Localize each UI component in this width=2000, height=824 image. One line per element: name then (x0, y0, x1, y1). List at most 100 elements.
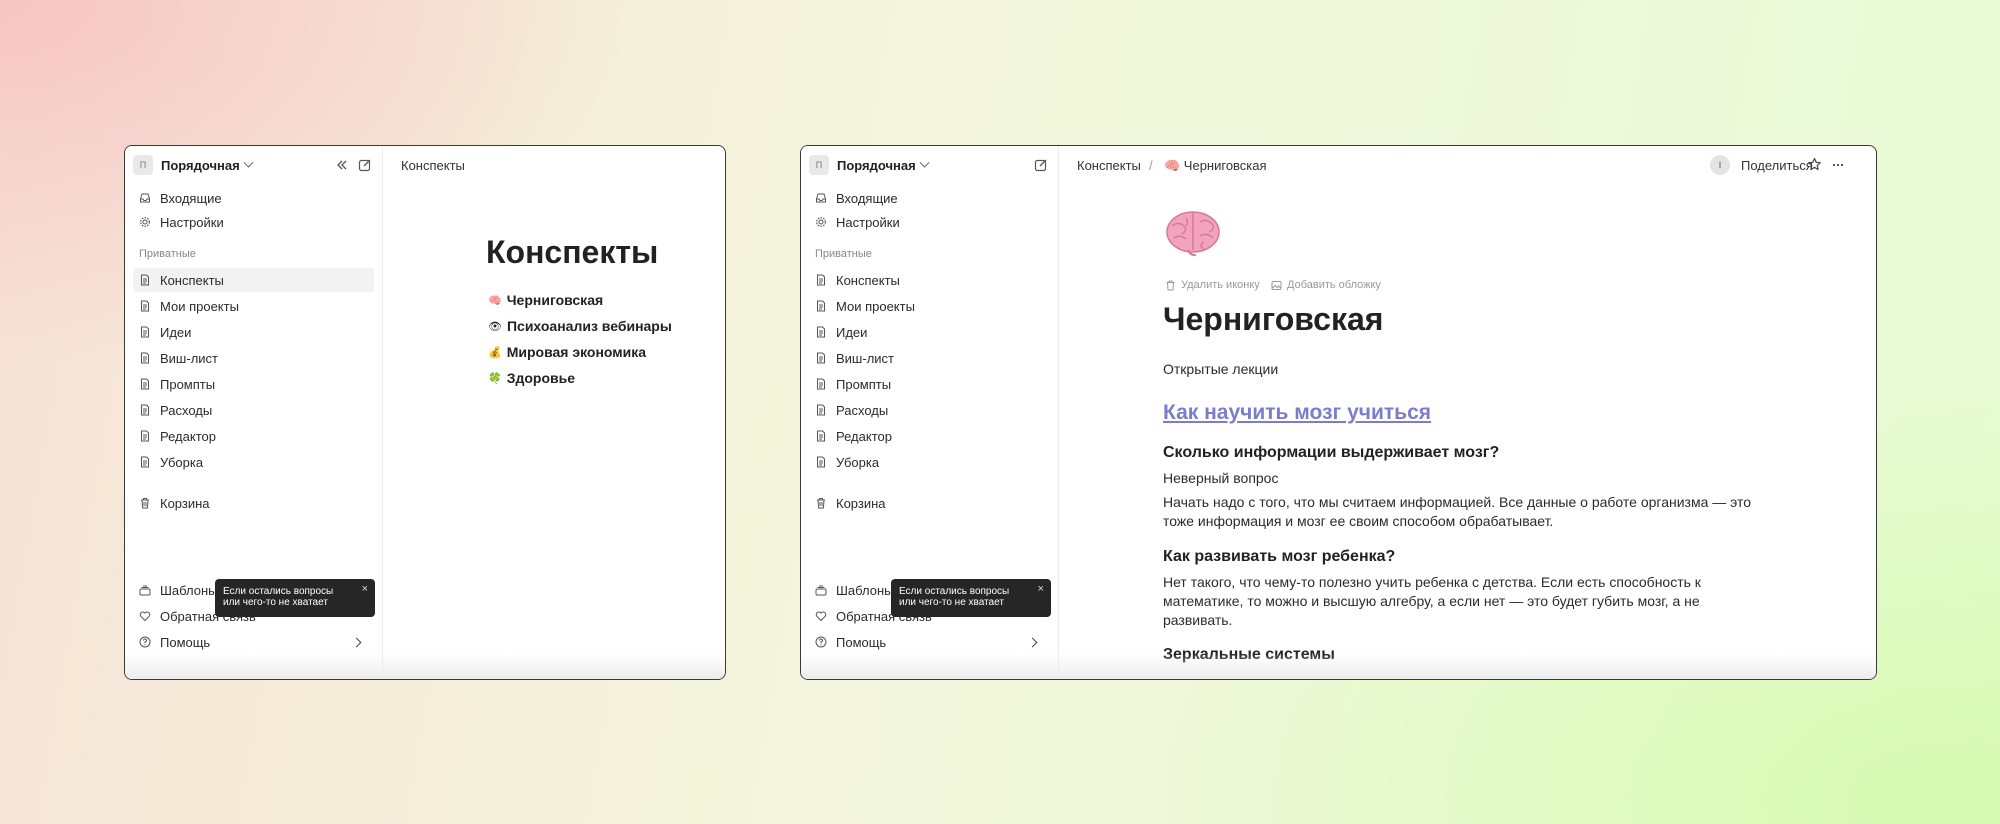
subpage-link[interactable]: 👁 Психоанализ вебинары (488, 318, 672, 334)
sidebar-item-help[interactable]: Помощь (133, 630, 374, 654)
page-icon (141, 326, 149, 338)
money-bag-icon: 💰 (488, 345, 502, 359)
workspace-switcher[interactable]: П Порядочная (133, 154, 254, 176)
sidebar-page-item[interactable]: Уборка (133, 450, 374, 474)
brain-icon[interactable] (1164, 208, 1222, 258)
sidebar-item-label: Шаблоны (160, 582, 218, 598)
remove-icon-label: Удалить иконку (1181, 279, 1260, 291)
sidebar-page-item[interactable]: Идеи (133, 320, 374, 344)
trash-icon (817, 498, 825, 509)
new-page-icon[interactable] (358, 158, 372, 172)
lecture-link[interactable]: Как научить мозг учиться (1163, 401, 1431, 425)
avatar[interactable]: I (1710, 155, 1730, 175)
sidebar-page-item[interactable]: Редактор (133, 424, 374, 448)
page-icon (817, 378, 825, 390)
remove-icon-button[interactable]: Удалить иконку (1165, 279, 1260, 291)
add-cover-label: Добавить обложку (1287, 279, 1381, 291)
section-label-private: Приватные (139, 248, 196, 260)
gear-icon (140, 217, 150, 227)
heart-icon (139, 611, 151, 622)
sidebar-item-label: Входящие (836, 190, 898, 206)
trash-icon (1166, 280, 1175, 290)
sidebar-item-settings[interactable]: Настройки (809, 210, 1050, 234)
sidebar-item-trash[interactable]: Корзина (133, 491, 374, 515)
heading-brain-capacity: Сколько информации выдерживает мозг? (1163, 444, 1500, 461)
trash-icon (141, 498, 149, 509)
heading-child-brain: Как развивать мозг ребенка? (1163, 548, 1396, 565)
breadcrumb[interactable]: Конспекты (401, 158, 465, 173)
sidebar-page-item[interactable]: Виш-лист (133, 346, 374, 370)
chevron-right-icon (351, 637, 362, 647)
image-icon (1271, 280, 1282, 290)
chevron-right-icon (1027, 637, 1038, 647)
sidebar-item-label: Расходы (836, 402, 889, 418)
close-icon[interactable]: × (1038, 584, 1044, 595)
workspace-name: Порядочная (161, 157, 240, 173)
heart-icon (815, 611, 827, 622)
page-icon (817, 352, 825, 364)
sidebar-item-label: Уборка (836, 454, 880, 470)
breadcrumb-separator: / (1149, 158, 1153, 173)
sidebar-item-label: Конспекты (160, 272, 224, 288)
sidebar-item-help[interactable]: Помощь (809, 630, 1050, 654)
section-label-private: Приватные (815, 248, 872, 260)
inbox-icon (816, 193, 826, 203)
add-cover-button[interactable]: Добавить обложку (1271, 279, 1381, 291)
help-tooltip: Если остались вопросы или чего-то не хва… (891, 579, 1051, 617)
workspace-avatar: П (133, 155, 153, 175)
sidebar-page-item[interactable]: Редактор (809, 424, 1050, 448)
sidebar-item-label: Шаблоны (836, 582, 894, 598)
workspace-switcher[interactable]: П Порядочная (809, 154, 930, 176)
breadcrumb-parent[interactable]: Конспекты (1077, 158, 1141, 173)
page-icon (817, 274, 825, 286)
share-button[interactable]: Поделиться (1741, 158, 1813, 173)
sidebar-item-label: Идеи (160, 324, 192, 340)
sidebar-page-item[interactable]: Промпты (809, 372, 1050, 396)
sidebar-page-item[interactable]: Конспекты (809, 268, 1050, 292)
sidebar-item-label: Промпты (836, 376, 892, 392)
sidebar-item-label: Редактор (836, 428, 892, 444)
subpage-link[interactable]: 🧠 Черниговская (488, 292, 603, 308)
sidebar-item-trash[interactable]: Корзина (809, 491, 1050, 515)
sidebar-page-item[interactable]: Уборка (809, 450, 1050, 474)
new-page-icon[interactable] (1034, 158, 1048, 172)
sidebar-item-settings[interactable]: Настройки (133, 210, 374, 234)
chevron-down-icon (243, 157, 254, 168)
page-icon (817, 404, 825, 416)
subpage-link[interactable]: 💰 Мировая экономика (488, 344, 646, 360)
document-title[interactable]: Черниговская (1163, 301, 1383, 338)
page-icon (817, 456, 825, 468)
sidebar-item-label: Помощь (836, 634, 887, 650)
page-icon (817, 326, 825, 338)
page-title: Конспекты (486, 234, 659, 270)
sidebar-item-label: Виш-лист (160, 350, 218, 366)
more-icon[interactable] (1831, 158, 1845, 172)
sidebar-page-item[interactable]: Расходы (133, 398, 374, 422)
sidebar-page-item[interactable]: Идеи (809, 320, 1050, 344)
subpage-link[interactable]: 🍀 Здоровье (488, 370, 575, 386)
gear-icon (816, 217, 826, 227)
heading-mirror-systems: Зеркальные системы (1163, 646, 1335, 663)
sidebar-page-item[interactable]: Мои проекты (133, 294, 374, 318)
tooltip-text: Если остались вопросы или чего-то не хва… (899, 586, 1010, 608)
sidebar-item-label: Настройки (160, 214, 224, 230)
workspace-avatar: П (809, 155, 829, 175)
sidebar-item-label: Мои проекты (836, 298, 915, 314)
collapse-sidebar-icon[interactable] (335, 158, 349, 172)
app-window-document: П Порядочная Входящие Настройки Приватны… (800, 145, 1877, 680)
breadcrumb-current[interactable]: 🧠 Черниговская (1164, 158, 1267, 174)
sidebar-item-label: Мои проекты (160, 298, 239, 314)
sidebar-page-item[interactable]: Расходы (809, 398, 1050, 422)
sidebar-page-item[interactable]: Мои проекты (809, 294, 1050, 318)
sidebar-page-item[interactable]: Конспекты (133, 268, 374, 292)
star-icon[interactable] (1807, 157, 1822, 172)
sidebar-item-label: Идеи (836, 324, 868, 340)
sidebar-item-label: Корзина (836, 495, 886, 511)
sidebar-page-item[interactable]: Промпты (133, 372, 374, 396)
sidebar-page-item[interactable]: Виш-лист (809, 346, 1050, 370)
sidebar-item-inbox[interactable]: Входящие (133, 186, 374, 210)
templates-icon (815, 585, 827, 596)
sidebar-item-inbox[interactable]: Входящие (809, 186, 1050, 210)
close-icon[interactable]: × (362, 584, 368, 595)
sidebar-item-label: Корзина (160, 495, 210, 511)
